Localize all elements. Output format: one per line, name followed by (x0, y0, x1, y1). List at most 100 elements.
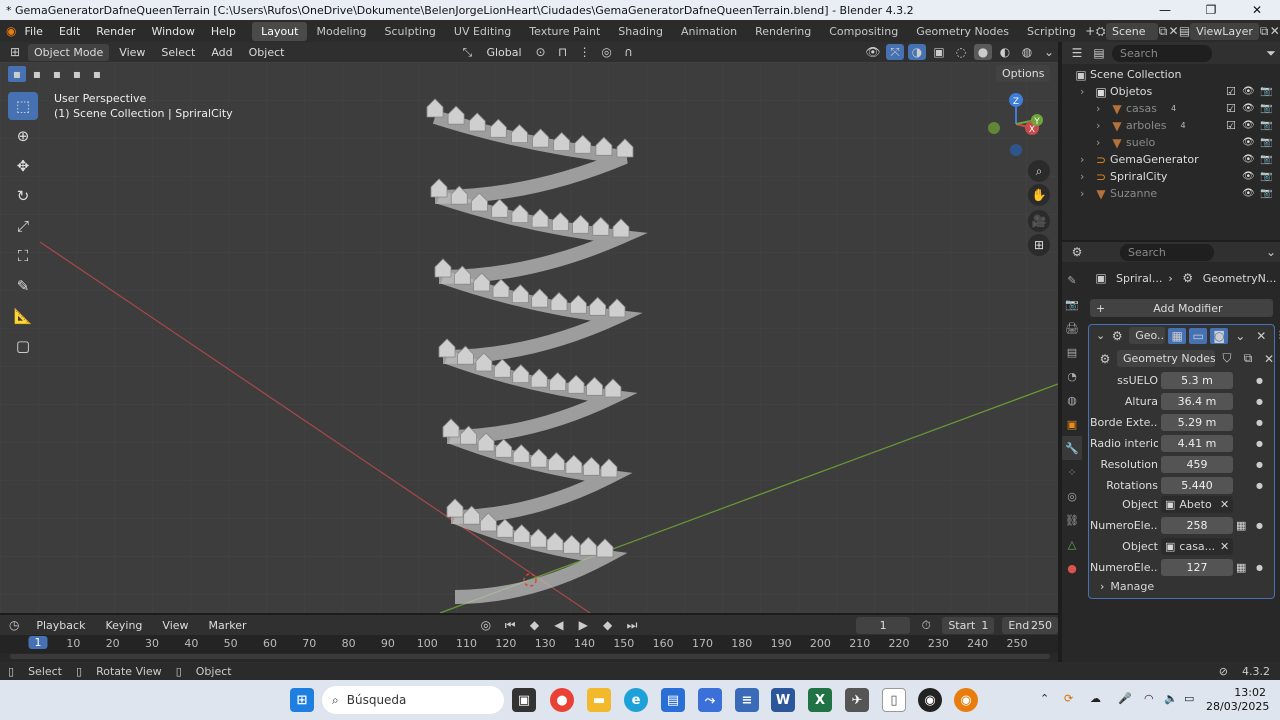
current-frame-field[interactable]: 1 (856, 616, 910, 634)
expand-arrow-icon[interactable]: › (1080, 153, 1092, 166)
properties-options-icon[interactable]: ⌄ (1262, 244, 1280, 260)
new-scene-icon[interactable]: ⧉ (1158, 23, 1169, 39)
drag-handle-icon[interactable]: ⠿ (1273, 328, 1280, 344)
viewport-menu-add[interactable]: Add (205, 44, 238, 61)
node-tree-icon[interactable]: ⚙ (1096, 351, 1114, 367)
excel-icon[interactable]: X (808, 688, 832, 712)
scene-tab-icon[interactable]: ◔ (1062, 364, 1082, 388)
jump-start-icon[interactable]: ⏮ (502, 617, 518, 633)
exclude-checkbox[interactable]: ☑ (1226, 102, 1236, 115)
tray-chevron-icon[interactable]: ⌃ (1040, 692, 1049, 705)
start-frame-field[interactable]: Start 1 (942, 616, 995, 634)
scale-tool-icon[interactable]: ⤢ (8, 212, 38, 240)
outliner-search-input[interactable]: Search (1112, 44, 1212, 62)
cursor-tool-icon[interactable]: ⊕ (8, 122, 38, 150)
workspace-tab-compositing[interactable]: Compositing (820, 22, 907, 41)
menu-window[interactable]: Window (143, 25, 202, 38)
field-value-input[interactable]: 5.440 (1161, 476, 1233, 494)
viewport-menu-view[interactable]: View (113, 44, 151, 61)
document-icon[interactable]: ▯ (882, 688, 906, 712)
visibility-icon[interactable]: 👁 (864, 44, 882, 60)
new-view-layer-icon[interactable]: ⧉ (1259, 23, 1270, 39)
numero1-attribute-icon[interactable]: ▦ (1236, 519, 1246, 532)
edit-mode-toggle-icon[interactable]: ▦ (1168, 327, 1187, 344)
store-icon[interactable]: ▤ (661, 688, 685, 712)
pivot-point-icon[interactable]: ⊙ (532, 44, 550, 60)
pan-hand-icon[interactable]: ✋ (1028, 184, 1050, 206)
snap-icon[interactable]: ⊓ (554, 44, 572, 60)
add-cube-tool-icon[interactable]: ▢ (8, 332, 38, 360)
output-tab-icon[interactable]: 🖨 (1062, 316, 1082, 340)
node-group-field[interactable]: Geometry Nodes... (1117, 350, 1215, 367)
expand-arrow-icon[interactable]: › (1080, 85, 1092, 98)
chrome-icon[interactable]: ● (550, 688, 574, 712)
workspace-tab-geometry-nodes[interactable]: Geometry Nodes (907, 22, 1018, 41)
numero2-keyframe-icon[interactable]: ● (1256, 563, 1263, 572)
windows-start-icon[interactable]: ⊞ (290, 688, 314, 712)
visibility-eye-icon[interactable]: 👁 (1242, 103, 1255, 114)
fake-user-icon[interactable]: ⛉ (1218, 351, 1236, 367)
taskbar-clock[interactable]: 13:02 28/03/2025 (1206, 686, 1269, 714)
select-box-tool-icon[interactable]: ⬚ (8, 92, 38, 120)
select-mode-new-icon[interactable]: ▪ (8, 66, 26, 82)
jump-end-icon[interactable]: ⏭ (624, 617, 640, 633)
outliner-row-suzanne[interactable]: › ▼ Suzanne 👁 📷 (1062, 185, 1280, 202)
render-camera-icon[interactable]: 📷 (1260, 103, 1272, 114)
clock-icon[interactable]: ⏱ (918, 617, 934, 633)
overlay-toggle-icon[interactable]: ◑ (908, 44, 926, 60)
3d-viewport[interactable]: User Perspective (1) Scene Collection | … (0, 62, 1058, 613)
duplicate-icon[interactable]: ⧉ (1239, 351, 1257, 367)
word-icon[interactable]: W (771, 688, 795, 712)
world-tab-icon[interactable]: ◍ (1062, 388, 1082, 412)
edge-icon[interactable]: e (624, 688, 648, 712)
material-tab-icon[interactable]: ● (1062, 556, 1082, 580)
numero2-attribute-icon[interactable]: ▦ (1236, 561, 1246, 574)
expand-arrow-icon[interactable]: › (1096, 119, 1108, 132)
visibility-eye-icon[interactable]: 👁 (1242, 120, 1255, 131)
blender-logo-icon[interactable]: ◉ (6, 23, 17, 39)
gizmo-neg-z-axis[interactable] (1010, 144, 1022, 156)
select-mode-subtract-icon[interactable]: ▪ (48, 66, 66, 82)
render-camera-icon[interactable]: 📷 (1260, 137, 1272, 148)
select-mode-intersect-icon[interactable]: ▪ (88, 66, 106, 82)
expand-arrow-icon[interactable]: › (1096, 136, 1108, 149)
obs-icon[interactable]: ◉ (918, 688, 942, 712)
numero2-field[interactable]: 127 (1161, 558, 1233, 576)
render-camera-icon[interactable]: 📷 (1260, 120, 1272, 131)
solid-shading-icon[interactable]: ● (974, 44, 992, 60)
menu-render[interactable]: Render (88, 25, 143, 38)
ortho-grid-icon[interactable]: ⊞ (1028, 234, 1050, 256)
workspace-tab-animation[interactable]: Animation (672, 22, 746, 41)
zoom-icon[interactable]: ⌕ (1028, 160, 1050, 182)
delete-view-layer-icon[interactable]: ✕ (1269, 23, 1280, 39)
keyframe-dot-icon[interactable]: ● (1256, 397, 1263, 406)
xray-icon[interactable]: ▣ (930, 44, 948, 60)
taskbar-search-input[interactable]: ⌕ Búsqueda (322, 686, 504, 714)
tray-mic-icon[interactable]: 🎤 (1118, 692, 1132, 705)
snap-target-icon[interactable]: ⋮ (576, 44, 594, 60)
orientation-dropdown[interactable]: Global (480, 44, 527, 61)
tray-cloud-icon[interactable]: ☁ (1090, 692, 1101, 705)
properties-search-input[interactable]: Search (1120, 243, 1214, 261)
rotate-tool-icon[interactable]: ↻ (8, 182, 38, 210)
add-workspace-icon[interactable]: + (1085, 23, 1096, 39)
timeline-editor-type-icon[interactable]: ◷ (6, 617, 22, 633)
file-explorer-icon[interactable]: ▬ (587, 688, 611, 712)
measure-tool-icon[interactable]: 📐 (8, 302, 38, 330)
workspace-tab-texture-paint[interactable]: Texture Paint (520, 22, 609, 41)
render-camera-icon[interactable]: 📷 (1260, 171, 1272, 182)
keyframe-dot-icon[interactable]: ● (1256, 376, 1263, 385)
rendered-shading-icon[interactable]: ◍ (1018, 44, 1036, 60)
constraints-tab-icon[interactable]: ⛓ (1062, 508, 1082, 532)
close-window-button[interactable]: ✕ (1234, 3, 1280, 17)
workspace-tab-modeling[interactable]: Modeling (307, 22, 375, 41)
outliner-row-scene-collection[interactable]: ▣ Scene Collection (1062, 66, 1280, 83)
timeline-scrollbar[interactable] (10, 654, 1050, 659)
keyframe-dot-icon[interactable]: ● (1256, 481, 1263, 490)
view-layer-tab-icon[interactable]: ▤ (1062, 340, 1082, 364)
navigation-gizmo[interactable]: Z X Y (982, 90, 1052, 160)
exclude-checkbox[interactable]: ☑ (1226, 119, 1236, 132)
auto-keying-icon[interactable]: ◎ (478, 617, 494, 633)
properties-editor-type-icon[interactable]: ⚙ (1068, 244, 1086, 260)
particles-tab-icon[interactable]: ⁘ (1062, 460, 1082, 484)
